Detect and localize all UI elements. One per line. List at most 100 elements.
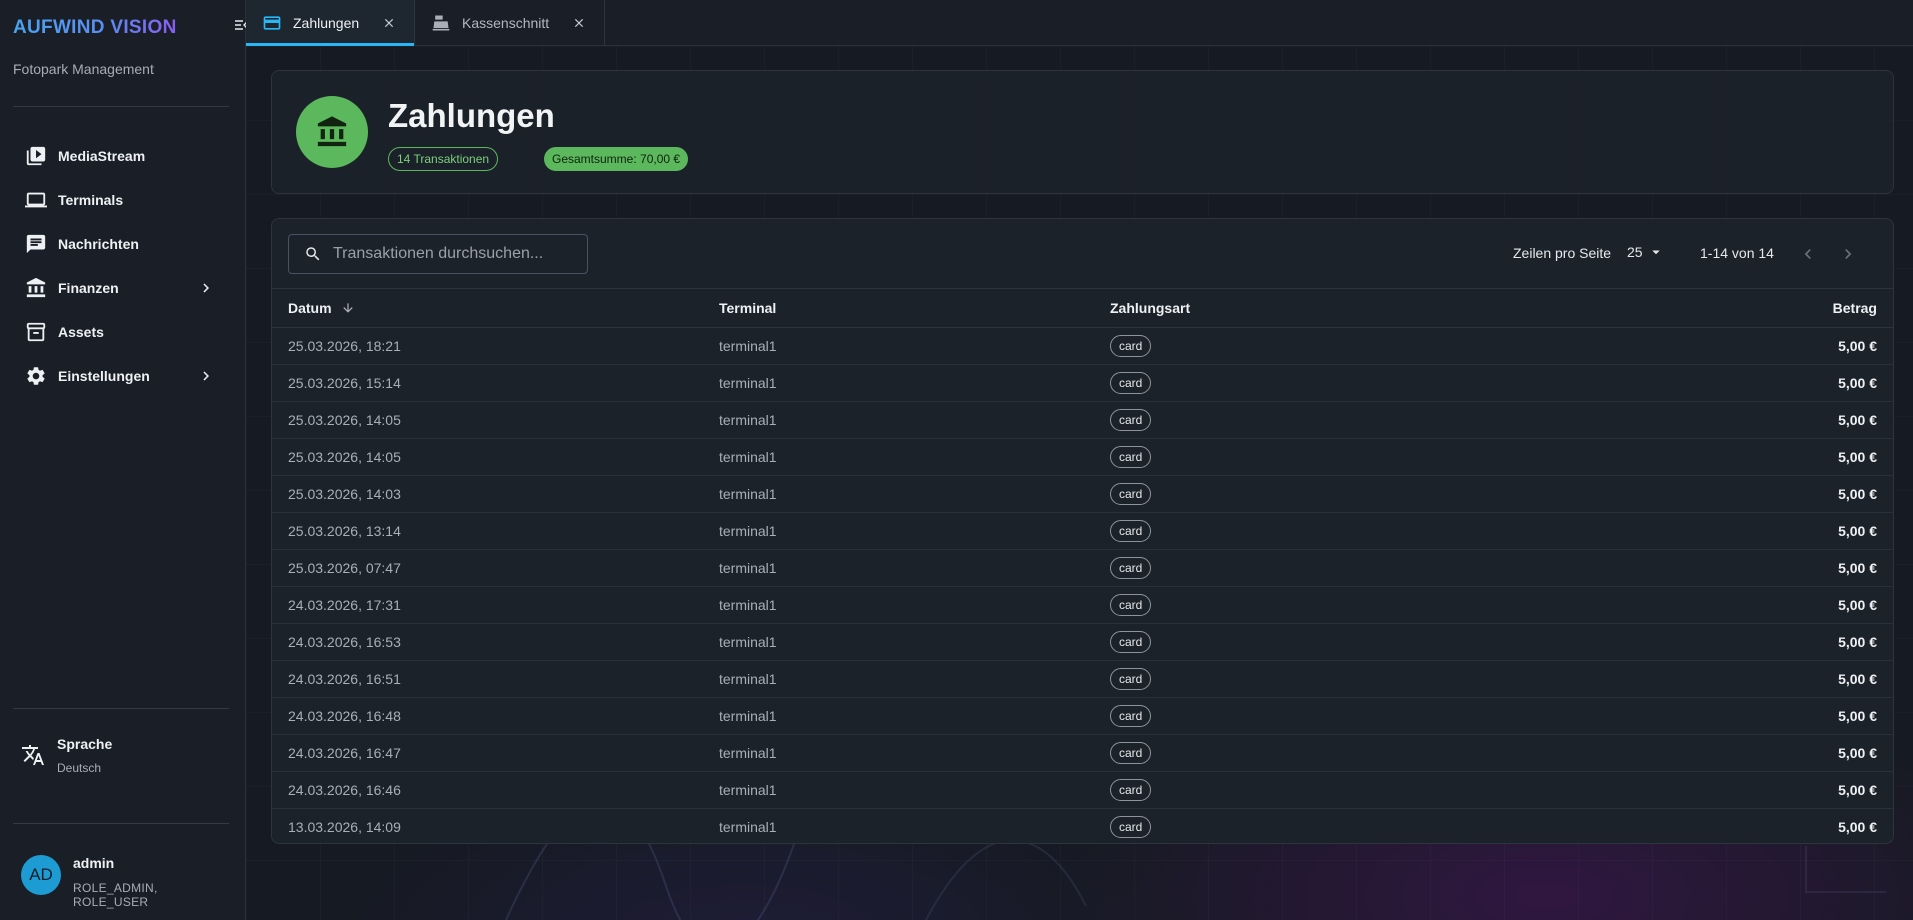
payment-chip: card: [1110, 519, 1152, 542]
cell-date: 24.03.2026, 16:47: [272, 734, 719, 772]
language-selector[interactable]: Sprache Deutsch: [13, 722, 229, 782]
pagination-range: 1-14 von 14: [1700, 245, 1774, 261]
cell-amount: 5,00 €: [1610, 364, 1893, 402]
cell-date: 24.03.2026, 16:51: [272, 660, 719, 698]
cell-date: 24.03.2026, 16:46: [272, 771, 719, 809]
brand-logo[interactable]: AUFWIND VISION: [13, 17, 177, 39]
cell-terminal: terminal1: [719, 771, 1110, 809]
transaction-count-badge: 14 Transaktionen: [388, 147, 499, 171]
sidebar-nav: MediaStream Terminals Nachrichten Finanz…: [13, 134, 229, 398]
table-row[interactable]: 24.03.2026, 17:31 terminal1 card 5,00 €: [272, 586, 1893, 624]
table-row[interactable]: 24.03.2026, 16:48 terminal1 card 5,00 €: [272, 697, 1893, 735]
close-icon[interactable]: [571, 15, 587, 31]
bank-icon: [25, 277, 47, 299]
sidebar-item-mediastream[interactable]: MediaStream: [13, 134, 229, 178]
avatar: AD: [21, 855, 61, 895]
search-input[interactable]: [333, 245, 573, 263]
cell-date: 13.03.2026, 14:09: [288, 818, 401, 835]
rows-per-page-select[interactable]: 25: [1627, 243, 1665, 261]
cell-terminal: terminal1: [719, 660, 1110, 698]
previous-page-button[interactable]: [1796, 242, 1820, 266]
table-row[interactable]: 24.03.2026, 16:53 terminal1 card 5,00 €: [272, 623, 1893, 661]
caret-down-icon: [1647, 243, 1665, 261]
search-box[interactable]: [288, 234, 588, 274]
payment-chip: card: [1110, 408, 1152, 431]
cell-amount: 5,00 €: [1610, 327, 1893, 365]
table-row[interactable]: 25.03.2026, 13:14 terminal1 card 5,00 €: [272, 512, 1893, 550]
table-row[interactable]: 24.03.2026, 16:51 terminal1 card 5,00 €: [272, 660, 1893, 698]
cell-amount: 5,00 €: [1610, 660, 1893, 698]
laptop-icon: [25, 189, 47, 211]
tab-bar: Zahlungen Kassenschnitt: [246, 0, 1913, 46]
page-title: Zahlungen: [388, 97, 555, 134]
table-row[interactable]: 25.03.2026, 18:21 terminal1 card 5,00 €: [272, 327, 1893, 365]
table-header-row: Datum Terminal Zahlungsart Betrag: [272, 289, 1893, 328]
table-row[interactable]: 25.03.2026, 15:14 terminal1 card 5,00 €: [272, 364, 1893, 402]
page-header: Zahlungen 14 Transaktionen Gesamtsumme: …: [271, 70, 1894, 194]
rows-per-page-value: 25: [1627, 244, 1643, 260]
tab-label: Kassenschnitt: [462, 15, 550, 31]
sidebar-item-label: Assets: [58, 324, 104, 340]
cell-date: 25.03.2026, 13:14: [272, 512, 719, 550]
search-icon: [303, 244, 323, 264]
cell-terminal: terminal1: [719, 586, 1110, 624]
translate-icon: [21, 743, 45, 767]
payment-chip: card: [1110, 371, 1152, 394]
tab-label: Zahlungen: [293, 15, 360, 31]
chevron-right-icon: [1845, 249, 1852, 259]
sidebar-divider: [13, 823, 229, 824]
cell-terminal: terminal1: [719, 327, 1110, 365]
sidebar-item-assets[interactable]: Assets: [13, 310, 229, 354]
archive-icon: [25, 321, 47, 343]
sidebar-item-nachrichten[interactable]: Nachrichten: [13, 222, 229, 266]
transactions-table-card: Zeilen pro Seite 25 1-14 von 14 Datum: [271, 218, 1894, 844]
next-page-button[interactable]: [1836, 242, 1860, 266]
table-row[interactable]: 24.03.2026, 16:46 terminal1 card 5,00 €: [272, 771, 1893, 809]
table-row[interactable]: 25.03.2026, 14:03 terminal1 card 5,00 €: [272, 475, 1893, 513]
cell-terminal: terminal1: [719, 475, 1110, 513]
payment-chip: card: [1110, 630, 1152, 653]
sidebar-item-finanzen[interactable]: Finanzen: [13, 266, 229, 310]
cell-date: 25.03.2026, 15:14: [272, 364, 719, 402]
column-header-amount[interactable]: Betrag: [1610, 289, 1893, 328]
cell-payment: card: [1110, 364, 1610, 402]
cell-payment: card: [1110, 623, 1610, 661]
sidebar-item-einstellungen[interactable]: Einstellungen: [13, 354, 229, 398]
cell-terminal: terminal1: [719, 818, 777, 835]
column-header-date[interactable]: Datum: [272, 289, 719, 328]
cell-payment: card: [1110, 734, 1610, 772]
cell-amount: 5,00 €: [1610, 438, 1893, 476]
cell-payment: card: [1110, 586, 1610, 624]
cash-register-icon: [431, 13, 451, 33]
payment-chip: card: [1110, 593, 1152, 616]
table-row[interactable]: 24.03.2026, 16:47 terminal1 card 5,00 €: [272, 734, 1893, 772]
user-roles: ROLE_ADMIN, ROLE_USER: [73, 881, 158, 909]
sidebar-item-terminals[interactable]: Terminals: [13, 178, 229, 222]
video-library-icon: [25, 145, 47, 167]
payment-chip: card: [1110, 556, 1152, 579]
column-header-terminal[interactable]: Terminal: [719, 289, 1110, 328]
chevron-right-icon: [197, 367, 215, 385]
cell-terminal: terminal1: [719, 512, 1110, 550]
cell-date: 25.03.2026, 14:05: [272, 401, 719, 439]
credit-card-icon: [262, 13, 282, 33]
table-row[interactable]: 25.03.2026, 14:05 terminal1 card 5,00 €: [272, 438, 1893, 476]
close-icon[interactable]: [381, 15, 397, 31]
cell-payment: card: [1110, 771, 1610, 809]
tab-zahlungen[interactable]: Zahlungen: [246, 0, 415, 46]
cell-terminal: terminal1: [719, 734, 1110, 772]
table-row[interactable]: 25.03.2026, 07:47 terminal1 card 5,00 €: [272, 549, 1893, 587]
total-sum-badge: Gesamtsumme: 70,00 €: [544, 147, 689, 171]
column-header-payment[interactable]: Zahlungsart: [1110, 289, 1610, 328]
cell-amount: 5,00 €: [1610, 401, 1893, 439]
bank-icon: [296, 96, 368, 168]
payment-chip: card: [1110, 741, 1152, 764]
cell-payment: card: [1110, 549, 1610, 587]
tab-kassenschnitt[interactable]: Kassenschnitt: [415, 0, 605, 46]
table-row[interactable]: 25.03.2026, 14:05 terminal1 card 5,00 €: [272, 401, 1893, 439]
rows-per-page-label: Zeilen pro Seite: [1513, 245, 1612, 261]
table-toolbar: Zeilen pro Seite 25 1-14 von 14: [272, 219, 1893, 289]
arrow-down-icon[interactable]: [341, 301, 355, 315]
table-row[interactable]: 13.03.2026, 14:09 terminal1 card 5,00 €: [272, 808, 1893, 843]
user-profile[interactable]: AD admin ROLE_ADMIN, ROLE_USER: [13, 843, 229, 909]
